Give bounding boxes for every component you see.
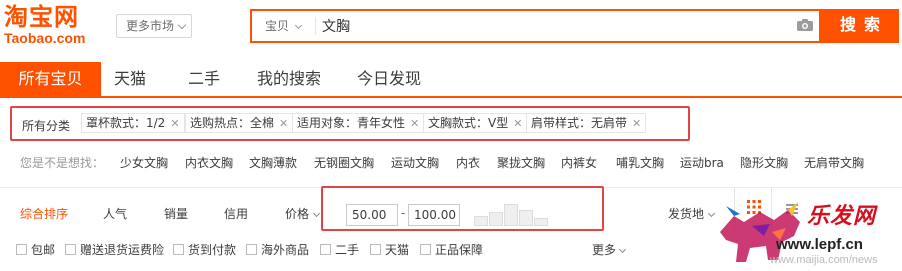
watermark: 乐发网 www.lepf.cn www.maijia.com/news [712, 196, 902, 271]
option-overseas[interactable]: 海外商品 [246, 240, 309, 260]
suggestion-link[interactable]: 哺乳文胸 [616, 154, 664, 171]
search-box: 宝贝 [250, 9, 821, 43]
option-genuine[interactable]: 正品保障 [420, 240, 483, 260]
close-icon[interactable]: ✕ [279, 117, 288, 130]
checkbox[interactable] [246, 244, 257, 255]
sort-sales[interactable]: 销量 [164, 196, 188, 232]
search-type-label: 宝贝 [265, 19, 290, 33]
filter-tag-label: 肩带样式：无肩带 [531, 116, 628, 130]
suggestion-link[interactable]: 无钢圈文胸 [314, 154, 374, 171]
taobao-logo[interactable]: 淘宝网 Taobao.com [4, 4, 104, 50]
suggestion-link[interactable]: 少女文胸 [120, 154, 168, 171]
close-icon[interactable]: ✕ [410, 117, 419, 130]
filter-tag[interactable]: 选购热点：全棉 ✕ [185, 113, 294, 133]
logo-cn-text: 淘宝网 [4, 3, 79, 31]
suggestion-link[interactable]: 无肩带文胸 [804, 154, 864, 171]
ship-from-label: 发货地 [668, 207, 705, 221]
suggestion-link[interactable]: 聚拢文胸 [497, 154, 545, 171]
filter-tag[interactable]: 罩杯款式：1/2 ✕ [81, 113, 185, 133]
close-icon[interactable]: ✕ [513, 117, 522, 130]
camera-icon[interactable] [796, 18, 814, 32]
search-type-dropdown[interactable]: 宝贝 [252, 11, 315, 41]
option-tmall[interactable]: 天猫 [370, 240, 409, 260]
option-label: 二手 [335, 243, 360, 257]
ship-from-dropdown[interactable]: 发货地 [668, 196, 716, 232]
watermark-url-secondary: www.maijia.com/news [770, 254, 878, 266]
sort-price-label: 价格 [285, 207, 310, 221]
option-label: 海外商品 [261, 243, 310, 257]
search-input[interactable] [322, 11, 782, 41]
checkbox[interactable] [370, 244, 381, 255]
filter-tag[interactable]: 文胸款式：V型 ✕ [423, 113, 528, 133]
breadcrumb: 所有分类 罩杯款式：1/2 ✕ 选购热点：全棉 ✕ 适用对象：青年女性 ✕ 文胸款式：… [10, 106, 700, 142]
filter-tag-label: 适用对象：青年女性 [297, 116, 406, 130]
chevron-down-icon [618, 245, 627, 254]
close-icon[interactable]: ✕ [170, 117, 179, 130]
option-free-shipping[interactable]: 包邮 [16, 240, 55, 260]
option-label: 赠送退货运费险 [80, 243, 165, 257]
sort-credit[interactable]: 信用 [224, 196, 248, 232]
chevron-down-icon [177, 20, 187, 30]
suggestion-link[interactable]: 运动文胸 [391, 154, 439, 171]
filter-tag-label: 选购热点：全棉 [190, 116, 275, 130]
price-histogram[interactable] [474, 204, 548, 226]
suggestion-link[interactable]: 内衣文胸 [185, 154, 233, 171]
tab-my-search[interactable]: 我的搜索 [254, 62, 324, 96]
more-label: 更多 [592, 243, 617, 257]
option-label: 包邮 [31, 243, 56, 257]
sort-price[interactable]: 价格 [285, 196, 321, 232]
crumb-all-categories[interactable]: 所有分类 [22, 117, 70, 134]
checkbox[interactable] [16, 244, 27, 255]
chevron-down-icon [294, 21, 303, 30]
option-cod[interactable]: 货到付款 [173, 240, 236, 260]
close-icon[interactable]: ✕ [632, 117, 641, 130]
more-options-dropdown[interactable]: 更多 [592, 240, 627, 260]
filter-tag[interactable]: 肩带样式：无肩带 ✕ [526, 113, 647, 133]
more-markets-dropdown[interactable]: 更多市场 [116, 14, 192, 38]
option-return-insurance[interactable]: 赠送退货运费险 [65, 240, 164, 260]
price-min-input[interactable] [346, 204, 398, 226]
option-label: 正品保障 [435, 243, 484, 257]
filter-tag[interactable]: 适用对象：青年女性 ✕ [292, 113, 425, 133]
tab-today-discover[interactable]: 今日发现 [354, 62, 424, 96]
filter-tag-label: 文胸款式：V型 [428, 116, 509, 130]
checkbox[interactable] [320, 244, 331, 255]
more-markets-label: 更多市场 [126, 19, 175, 33]
option-label: 货到付款 [188, 243, 237, 257]
sort-popularity[interactable]: 人气 [103, 196, 127, 232]
watermark-url: www.lepf.cn [776, 236, 863, 253]
checkbox[interactable] [420, 244, 431, 255]
checkbox[interactable] [65, 244, 76, 255]
search-button[interactable]: 搜索 [821, 9, 899, 43]
option-label: 天猫 [385, 243, 410, 257]
checkbox[interactable] [173, 244, 184, 255]
sort-default[interactable]: 综合排序 [20, 196, 68, 232]
logo-en-text: Taobao.com [4, 30, 86, 46]
suggestion-link[interactable]: 运动bra [680, 154, 724, 171]
search-separator [315, 17, 316, 35]
watermark-title: 乐发网 [807, 203, 877, 229]
option-second-hand[interactable]: 二手 [320, 240, 359, 260]
price-dash: - [401, 206, 406, 220]
suggestion-label: 您是不是想找： [20, 156, 105, 170]
tab-tmall[interactable]: 天猫 [108, 62, 152, 96]
suggestion-link[interactable]: 内衣 [456, 154, 480, 171]
search-tabs: 所有宝贝 天猫 二手 我的搜索 今日发现 [0, 62, 902, 98]
suggestion-link[interactable]: 隐形文胸 [740, 154, 788, 171]
tab-second-hand[interactable]: 二手 [182, 62, 226, 96]
chevron-down-icon [312, 209, 321, 218]
suggestion-link[interactable]: 内裤女 [561, 154, 597, 171]
tab-all-items[interactable]: 所有宝贝 [0, 62, 101, 96]
filter-tag-label: 罩杯款式：1/2 [86, 116, 166, 130]
suggestion-row: 您是不是想找： 少女文胸 内衣文胸 文胸薄款 无钢圈文胸 运动文胸 内衣 聚拢文… [20, 154, 900, 172]
price-max-input[interactable] [408, 204, 460, 226]
suggestion-link[interactable]: 文胸薄款 [249, 154, 297, 171]
